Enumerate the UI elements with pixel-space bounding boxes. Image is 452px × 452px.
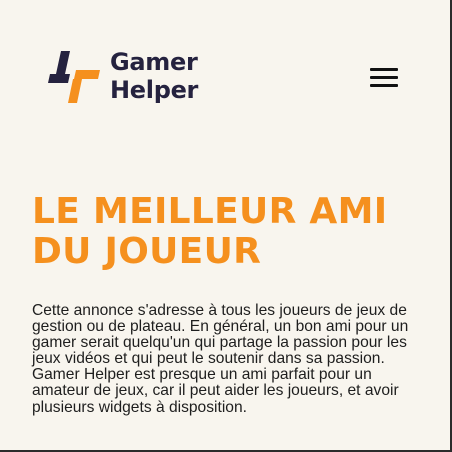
hamburger-bar	[370, 84, 398, 87]
brand-name-line2: Helper	[110, 76, 199, 104]
hamburger-bar	[370, 68, 398, 71]
hero-title-line2: DU JOUEUR	[32, 231, 262, 272]
brand-name-line1: Gamer	[110, 48, 198, 76]
brand-logo-link[interactable]: Gamer Helper	[48, 47, 198, 105]
hamburger-menu-icon[interactable]	[370, 66, 400, 88]
plus-slash-logo-icon	[48, 51, 100, 103]
hero-title: LE MEILLEUR AMI DU JOUEUR	[32, 192, 432, 272]
hero-description: Cette annonce s'adresse à tous les joueu…	[32, 302, 409, 416]
page: Gamer Helper LE MEILLEUR AMI DU JOUEUR C…	[0, 0, 452, 452]
hamburger-bar	[370, 76, 398, 79]
hero-title-line1: LE MEILLEUR AMI	[32, 191, 388, 232]
brand-name: Gamer Helper	[110, 48, 198, 104]
